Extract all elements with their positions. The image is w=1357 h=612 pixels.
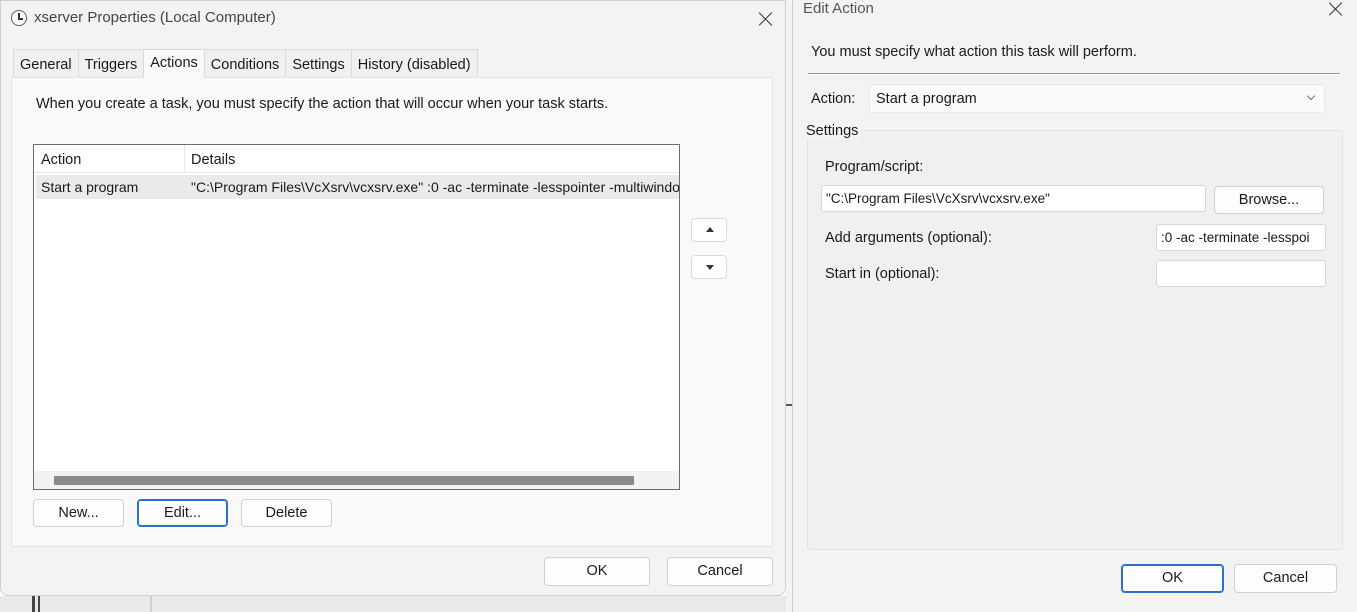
new-button[interactable]: New... <box>33 499 124 527</box>
background-mark <box>150 596 152 612</box>
ok-button[interactable]: OK <box>544 557 650 586</box>
ok-button[interactable]: OK <box>1121 564 1224 593</box>
tab-strip: General Triggers Actions Conditions Sett… <box>13 49 478 78</box>
actions-panel: When you create a task, you must specify… <box>11 77 773 547</box>
window-title: xserver Properties (Local Computer) <box>34 9 276 26</box>
background-mark <box>32 596 35 612</box>
edit-action-dialog: Edit Action You must specify what action… <box>792 0 1357 612</box>
program-input[interactable]: "C:\Program Files\VcXsrv\vcxsrv.exe" <box>821 185 1206 212</box>
delete-button[interactable]: Delete <box>241 499 332 527</box>
title-bar[interactable]: xserver Properties (Local Computer) <box>1 1 785 37</box>
close-icon[interactable] <box>1328 1 1344 17</box>
action-select-value: Start a program <box>876 91 977 107</box>
list-header: Action Details <box>34 145 679 173</box>
actions-list[interactable]: Action Details Start a program "C:\Progr… <box>33 144 680 490</box>
arrow-down-icon <box>706 265 714 270</box>
browse-button[interactable]: Browse... <box>1214 186 1324 214</box>
dialog-title: Edit Action <box>803 0 874 17</box>
intro-text: When you create a task, you must specify… <box>36 96 609 112</box>
start-in-label: Start in (optional): <box>825 266 940 282</box>
settings-legend: Settings <box>804 123 861 139</box>
program-input-value: "C:\Program Files\VcXsrv\vcxsrv.exe" <box>826 191 1050 206</box>
column-separator[interactable] <box>184 145 185 173</box>
divider <box>808 73 1340 75</box>
edit-button[interactable]: Edit... <box>137 499 228 527</box>
chevron-down-icon <box>1306 91 1316 101</box>
start-in-input[interactable] <box>1156 260 1326 287</box>
tab-history[interactable]: History (disabled) <box>350 49 478 77</box>
column-header-action[interactable]: Action <box>41 152 81 168</box>
scrollbar-thumb[interactable] <box>54 476 634 485</box>
clock-icon <box>11 10 27 26</box>
close-icon[interactable] <box>758 11 774 27</box>
instruction-text: You must specify what action this task w… <box>811 44 1137 60</box>
arguments-input-value: :0 -ac -terminate -lesspoi <box>1161 230 1310 245</box>
horizontal-scrollbar[interactable] <box>34 471 679 489</box>
arguments-input[interactable]: :0 -ac -terminate -lesspoi <box>1156 224 1326 251</box>
cancel-button[interactable]: Cancel <box>1234 564 1337 593</box>
table-row[interactable]: Start a program "C:\Program Files\VcXsrv… <box>36 175 679 199</box>
column-header-details[interactable]: Details <box>191 152 235 168</box>
background-mark <box>38 596 40 612</box>
cell-details: "C:\Program Files\VcXsrv\vcxsrv.exe" :0 … <box>191 179 679 195</box>
program-label: Program/script: <box>825 159 924 175</box>
tab-actions[interactable]: Actions <box>143 49 205 78</box>
tab-general[interactable]: General <box>13 49 79 77</box>
move-down-button[interactable] <box>691 255 727 279</box>
action-select[interactable]: Start a program <box>869 84 1325 113</box>
tab-triggers[interactable]: Triggers <box>77 49 145 77</box>
cancel-button[interactable]: Cancel <box>667 557 773 586</box>
action-label: Action: <box>811 91 856 107</box>
properties-window: xserver Properties (Local Computer) Gene… <box>0 0 786 596</box>
tab-settings[interactable]: Settings <box>285 49 352 77</box>
tab-conditions[interactable]: Conditions <box>203 49 287 77</box>
cell-action: Start a program <box>41 179 139 195</box>
move-up-button[interactable] <box>691 218 727 242</box>
arrow-up-icon <box>706 227 714 232</box>
arguments-label: Add arguments (optional): <box>825 230 992 246</box>
